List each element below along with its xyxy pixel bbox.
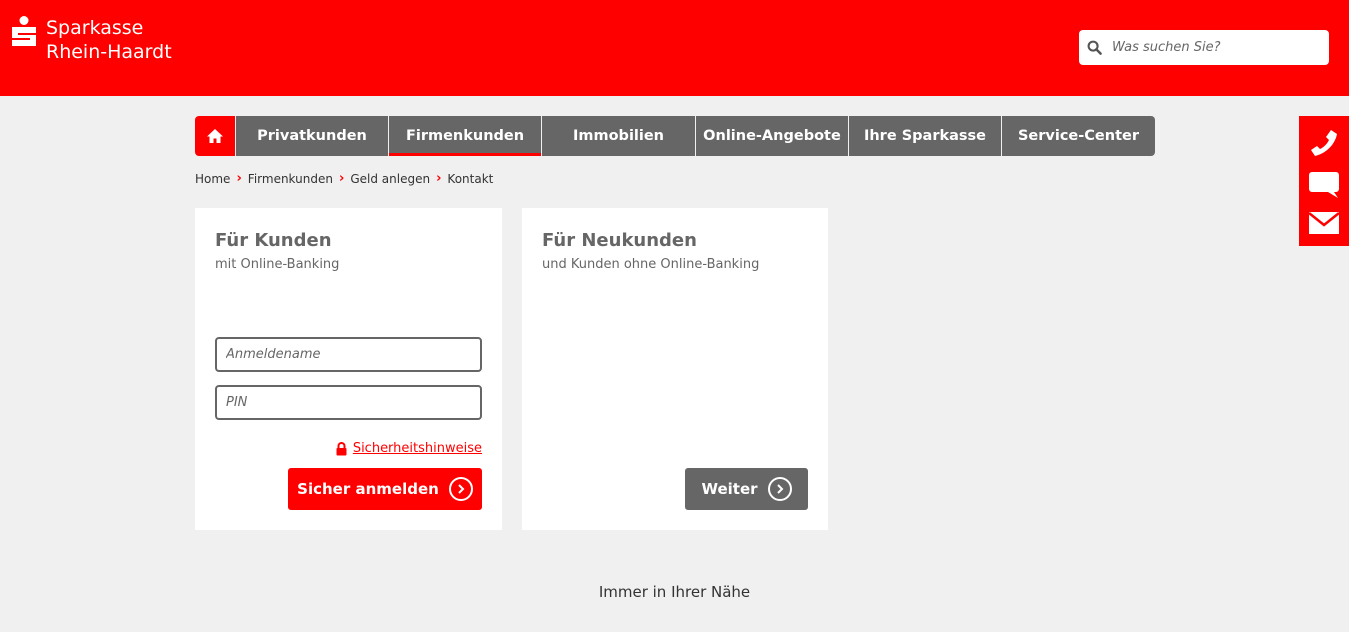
- security-notice-link[interactable]: Sicherheitshinweise: [336, 441, 482, 456]
- login-card-title: Für Kunden: [215, 230, 332, 251]
- nav-item-immobilien[interactable]: Immobilien: [541, 116, 695, 156]
- nav-item-ihre-sparkasse[interactable]: Ihre Sparkasse: [848, 116, 1001, 156]
- footer-heading: Immer in Ihrer Nähe: [598, 583, 751, 601]
- new-customer-card: Für Neukunden und Kunden ohne Online-Ban…: [522, 208, 828, 530]
- lock-icon: [336, 441, 347, 455]
- mail-icon[interactable]: [1309, 211, 1339, 234]
- username-input[interactable]: [226, 347, 466, 362]
- chevron-right-icon: ›: [236, 171, 242, 186]
- pin-input[interactable]: [226, 395, 466, 410]
- breadcrumb: Home › Firmenkunden › Geld anlegen › Kon…: [195, 171, 493, 186]
- chevron-right-circle-icon: [448, 477, 473, 501]
- continue-button[interactable]: Weiter: [685, 468, 808, 510]
- site-header: Sparkasse Rhein-Haardt: [0, 0, 1349, 96]
- chevron-right-icon: ›: [436, 171, 442, 186]
- new-customer-card-subtitle: und Kunden ohne Online-Banking: [542, 257, 760, 272]
- continue-label: Weiter: [701, 480, 758, 498]
- brand-name: Sparkasse Rhein-Haardt: [46, 16, 172, 64]
- home-icon: [207, 129, 223, 143]
- sparkasse-s-icon: [12, 16, 36, 46]
- nav-item-service-center[interactable]: Service-Center: [1001, 116, 1155, 156]
- pin-field[interactable]: [215, 385, 482, 420]
- search-input[interactable]: [1112, 40, 1312, 55]
- nav-item-online-angebote[interactable]: Online-Angebote: [695, 116, 848, 156]
- chat-icon[interactable]: [1308, 171, 1340, 199]
- breadcrumb-firmenkunden[interactable]: Firmenkunden: [248, 172, 333, 186]
- breadcrumb-home[interactable]: Home: [195, 172, 230, 186]
- login-submit-label: Sicher anmelden: [297, 480, 439, 498]
- brand-line-1: Sparkasse: [46, 17, 144, 39]
- contact-sidebar: [1299, 116, 1349, 246]
- chevron-right-icon: ›: [338, 171, 345, 186]
- phone-icon[interactable]: [1309, 128, 1339, 158]
- username-field[interactable]: [215, 337, 482, 372]
- search-box[interactable]: [1079, 30, 1329, 65]
- search-icon: [1087, 40, 1102, 55]
- new-customer-card-title: Für Neukunden: [542, 230, 697, 251]
- login-submit-button[interactable]: Sicher anmelden: [288, 468, 482, 510]
- security-notice-label[interactable]: Sicherheitshinweise: [353, 441, 482, 456]
- nav-item-privatkunden[interactable]: Privatkunden: [235, 116, 388, 156]
- sparkasse-logo[interactable]: Sparkasse Rhein-Haardt: [12, 16, 172, 64]
- nav-home-button[interactable]: [195, 116, 235, 156]
- main-nav: Privatkunden Firmenkunden Immobilien Onl…: [195, 116, 1155, 156]
- breadcrumb-geld-anlegen[interactable]: Geld anlegen: [350, 172, 430, 186]
- nav-item-firmenkunden[interactable]: Firmenkunden: [388, 116, 541, 156]
- brand-line-2: Rhein-Haardt: [46, 41, 172, 63]
- login-card-subtitle: mit Online-Banking: [215, 257, 340, 272]
- breadcrumb-kontakt: Kontakt: [447, 171, 494, 186]
- chevron-right-circle-icon: [767, 477, 792, 501]
- login-card: Für Kunden mit Online-Banking Sicherheit…: [195, 208, 502, 530]
